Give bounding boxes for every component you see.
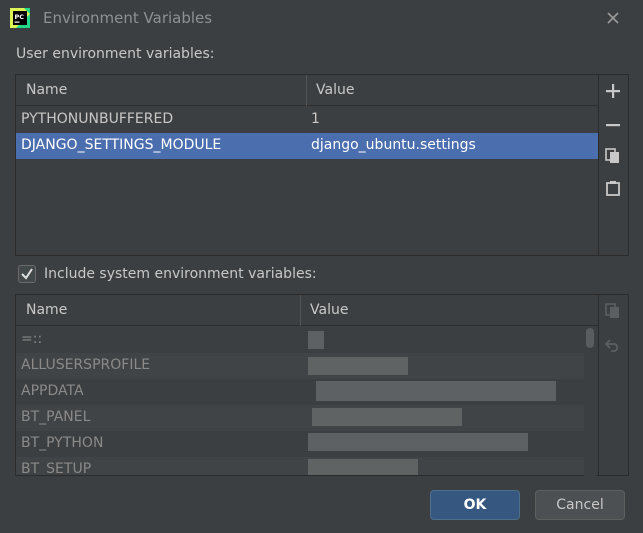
system-vars-scrollbar[interactable] — [584, 326, 596, 476]
app-icon-text: PC — [15, 13, 25, 21]
copy-icon[interactable] — [603, 301, 623, 321]
var-name: BT_SETUP — [21, 461, 92, 476]
ok-button[interactable]: OK — [430, 490, 520, 520]
add-icon[interactable] — [603, 81, 623, 101]
user-vars-header: Name Value — [16, 75, 598, 106]
table-row[interactable]: PYTHONUNBUFFERED 1 — [16, 107, 598, 133]
column-header-name[interactable]: Name — [26, 302, 67, 318]
table-row[interactable]: BT_SETUP — [16, 457, 584, 476]
table-row[interactable]: =:: — [16, 327, 584, 353]
paste-icon[interactable] — [603, 178, 623, 198]
var-value: django_ubuntu.settings — [311, 137, 476, 153]
var-name: DJANGO_SETTINGS_MODULE — [21, 137, 222, 153]
user-vars-label: User environment variables: — [16, 46, 215, 62]
column-header-name[interactable]: Name — [26, 82, 67, 98]
column-header-value[interactable]: Value — [316, 82, 354, 98]
copy-icon[interactable] — [603, 146, 623, 166]
system-vars-table: Name Value =:: ALLUSERSPROFILE APPDATA B… — [15, 294, 629, 476]
system-vars-toolbar — [598, 295, 626, 475]
column-header-value[interactable]: Value — [310, 302, 348, 318]
table-row-selected[interactable]: DJANGO_SETTINGS_MODULE django_ubuntu.set… — [16, 133, 598, 159]
cancel-button[interactable]: Cancel — [535, 490, 625, 520]
include-system-vars-checkbox[interactable] — [18, 265, 36, 283]
system-vars-header: Name Value — [16, 295, 598, 326]
user-vars-table: Name Value PYTHONUNBUFFERED 1 DJANGO_SET… — [15, 74, 629, 256]
scrollbar-thumb[interactable] — [586, 328, 594, 348]
dialog-title: Environment Variables — [43, 9, 213, 27]
var-name: BT_PANEL — [21, 409, 91, 425]
var-name: =:: — [21, 331, 43, 347]
var-name: APPDATA — [21, 383, 84, 399]
var-name: BT_PYTHON — [21, 435, 104, 451]
title-bar: PC Environment Variables — [0, 0, 643, 38]
remove-icon[interactable] — [603, 115, 623, 135]
var-name: ALLUSERSPROFILE — [21, 357, 151, 373]
user-vars-toolbar — [598, 75, 626, 255]
var-name: PYTHONUNBUFFERED — [21, 111, 174, 127]
pycharm-app-icon: PC — [10, 8, 30, 28]
undo-icon[interactable] — [603, 335, 623, 355]
include-system-vars-label: Include system environment variables: — [44, 266, 317, 282]
table-row[interactable]: ALLUSERSPROFILE — [16, 353, 584, 379]
table-row[interactable]: BT_PANEL — [16, 405, 584, 431]
close-icon[interactable] — [604, 9, 622, 27]
var-value: 1 — [311, 111, 320, 127]
